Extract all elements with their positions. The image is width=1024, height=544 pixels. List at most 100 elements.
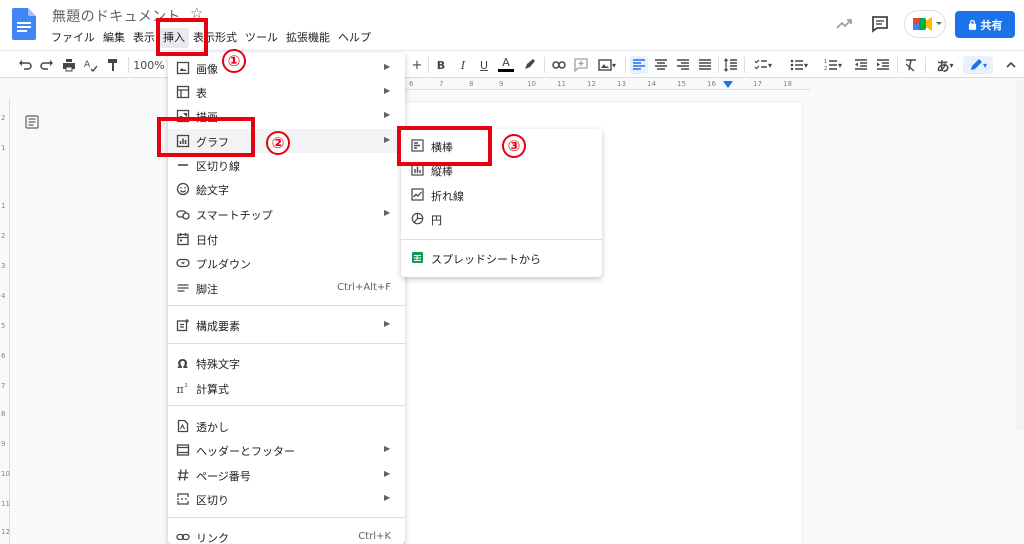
increase-indent-icon[interactable] — [874, 56, 892, 74]
menu-item-page-numbers[interactable]: ページ番号 ▶ — [168, 463, 405, 487]
omega-icon: Ω — [178, 357, 188, 370]
menu-item-link[interactable]: リンク Ctrl+K — [168, 525, 405, 544]
decrease-indent-icon[interactable] — [852, 56, 870, 74]
pencil-icon — [970, 59, 982, 70]
horizontal-line-icon — [178, 164, 188, 166]
submenu-arrow-icon: ▶ — [384, 444, 391, 453]
align-right-icon[interactable] — [674, 56, 692, 74]
menu-extensions[interactable]: 拡張機能 — [282, 28, 334, 48]
redo-icon[interactable] — [38, 56, 56, 74]
input-tools-label: あ — [936, 59, 950, 75]
menu-item-watermark[interactable]: 透かし — [168, 414, 405, 438]
break-icon — [177, 493, 189, 505]
menu-item-dropdown[interactable]: プルダウン — [168, 251, 405, 275]
ruler-number: 8 — [469, 80, 474, 88]
highlight-color-icon[interactable] — [520, 56, 538, 74]
undo-icon[interactable] — [16, 56, 34, 74]
toolbar-separator — [718, 57, 719, 73]
menu-item-label: ヘッダーとフッター — [196, 445, 295, 458]
meet-button[interactable] — [904, 10, 946, 38]
bold-button[interactable]: B — [433, 56, 449, 74]
print-icon[interactable] — [60, 56, 78, 74]
justify-icon[interactable] — [696, 56, 714, 74]
menu-item-footnote[interactable]: 脚注 Ctrl+Alt+F — [168, 276, 405, 300]
zoom-select[interactable]: 100% — [133, 56, 164, 74]
scrollbar[interactable] — [1016, 80, 1024, 430]
menu-item-table[interactable]: 表 ▶ — [168, 80, 405, 104]
submenu-arrow-icon: ▶ — [384, 208, 391, 217]
collapse-menu-icon[interactable] — [1002, 56, 1020, 74]
bulleted-list-icon[interactable]: ▾ — [784, 56, 814, 74]
submenu-item-from-sheets[interactable]: スプレッドシートから — [401, 246, 602, 270]
image-icon — [176, 61, 190, 75]
menu-item-break[interactable]: 区切り ▶ — [168, 487, 405, 511]
spellcheck-icon[interactable]: A — [82, 56, 100, 74]
watermark-icon — [177, 419, 189, 433]
ruler-track — [405, 80, 810, 90]
menu-item-headers-footers[interactable]: ヘッダーとフッター ▶ — [168, 438, 405, 462]
ruler-number: 16 — [707, 80, 716, 88]
menu-edit[interactable]: 編集 — [99, 28, 129, 48]
smart-chip-icon — [176, 210, 190, 220]
submenu-divider — [401, 239, 602, 240]
insert-image-icon[interactable]: ▾ — [594, 56, 620, 74]
paint-format-icon[interactable] — [104, 56, 122, 74]
right-indent-marker-icon[interactable] — [723, 81, 733, 89]
clear-formatting-icon[interactable] — [902, 56, 920, 74]
numbered-list-icon[interactable]: 12 ▾ — [818, 56, 848, 74]
text-color-button[interactable]: A — [498, 56, 514, 72]
menu-item-smart-chips[interactable]: スマートチップ ▶ — [168, 202, 405, 226]
menu-divider — [168, 517, 405, 518]
italic-button[interactable]: I — [455, 56, 471, 74]
menu-help[interactable]: ヘルプ — [334, 28, 375, 48]
line-spacing-icon[interactable] — [722, 56, 740, 74]
menu-divider — [168, 405, 405, 406]
checklist-icon[interactable]: ▾ — [748, 56, 778, 74]
menu-shortcut: Ctrl+Alt+F — [337, 282, 391, 293]
toolbar-separator — [897, 57, 898, 73]
submenu-item-line[interactable]: 折れ線 — [401, 183, 602, 207]
toolbar-separator — [744, 57, 745, 73]
menu-item-special-characters[interactable]: Ω 特殊文字 — [168, 351, 405, 375]
emoji-icon — [176, 182, 190, 196]
docs-logo-icon[interactable] — [12, 8, 36, 40]
horizontal-ruler[interactable]: 6 7 8 9 10 11 12 13 14 15 16 17 18 — [405, 80, 810, 90]
editing-mode-button[interactable]: ▾ — [963, 56, 993, 74]
vertical-ruler[interactable]: 2 1 1 2 3 4 5 6 7 8 9 10 11 12 — [0, 98, 10, 544]
add-comment-icon[interactable] — [572, 56, 590, 74]
ruler-number: 11 — [1, 500, 10, 508]
meet-icon — [913, 17, 942, 31]
activity-trend-icon[interactable] — [834, 14, 854, 34]
menu-item-date[interactable]: 日付 — [168, 227, 405, 251]
menu-bar: ファイル 編集 表示 挿入 表示形式 ツール 拡張機能 ヘルプ — [47, 28, 375, 48]
align-center-icon[interactable] — [652, 56, 670, 74]
font-size-increase-icon[interactable]: + — [410, 56, 424, 74]
ruler-number: 15 — [677, 80, 686, 88]
submenu-item-pie[interactable]: 円 — [401, 207, 602, 231]
ruler-number: 17 — [753, 80, 762, 88]
comment-icon[interactable] — [870, 14, 890, 34]
input-tools-button[interactable]: あ ▾ — [930, 56, 960, 75]
underline-button[interactable]: U — [476, 56, 492, 74]
ruler-number: 10 — [1, 470, 10, 478]
share-button[interactable]: 共有 — [955, 11, 1015, 38]
menu-item-label: 区切り線 — [196, 160, 240, 173]
toolbar-separator — [428, 57, 429, 73]
svg-text:2: 2 — [185, 383, 188, 389]
align-left-icon[interactable] — [630, 56, 648, 74]
highlight-box-insert-menu — [156, 18, 208, 56]
menu-file[interactable]: ファイル — [47, 28, 99, 48]
ruler-number: 12 — [587, 80, 596, 88]
ruler-number: 4 — [1, 292, 6, 300]
menu-item-building-blocks[interactable]: 構成要素 ▶ — [168, 313, 405, 337]
menu-tools[interactable]: ツール — [241, 28, 282, 48]
menu-item-image[interactable]: 画像 ▶ — [168, 56, 405, 80]
document-outline-icon[interactable] — [25, 115, 39, 129]
highlight-box-bar-item — [397, 126, 492, 166]
menu-item-equation[interactable]: π2 計算式 — [168, 376, 405, 400]
insert-link-icon[interactable] — [550, 56, 568, 74]
menu-item-emoji[interactable]: 絵文字 — [168, 177, 405, 201]
menu-view[interactable]: 表示 — [129, 28, 159, 48]
ruler-number: 1 — [1, 202, 6, 210]
ruler-number: 7 — [1, 382, 6, 390]
